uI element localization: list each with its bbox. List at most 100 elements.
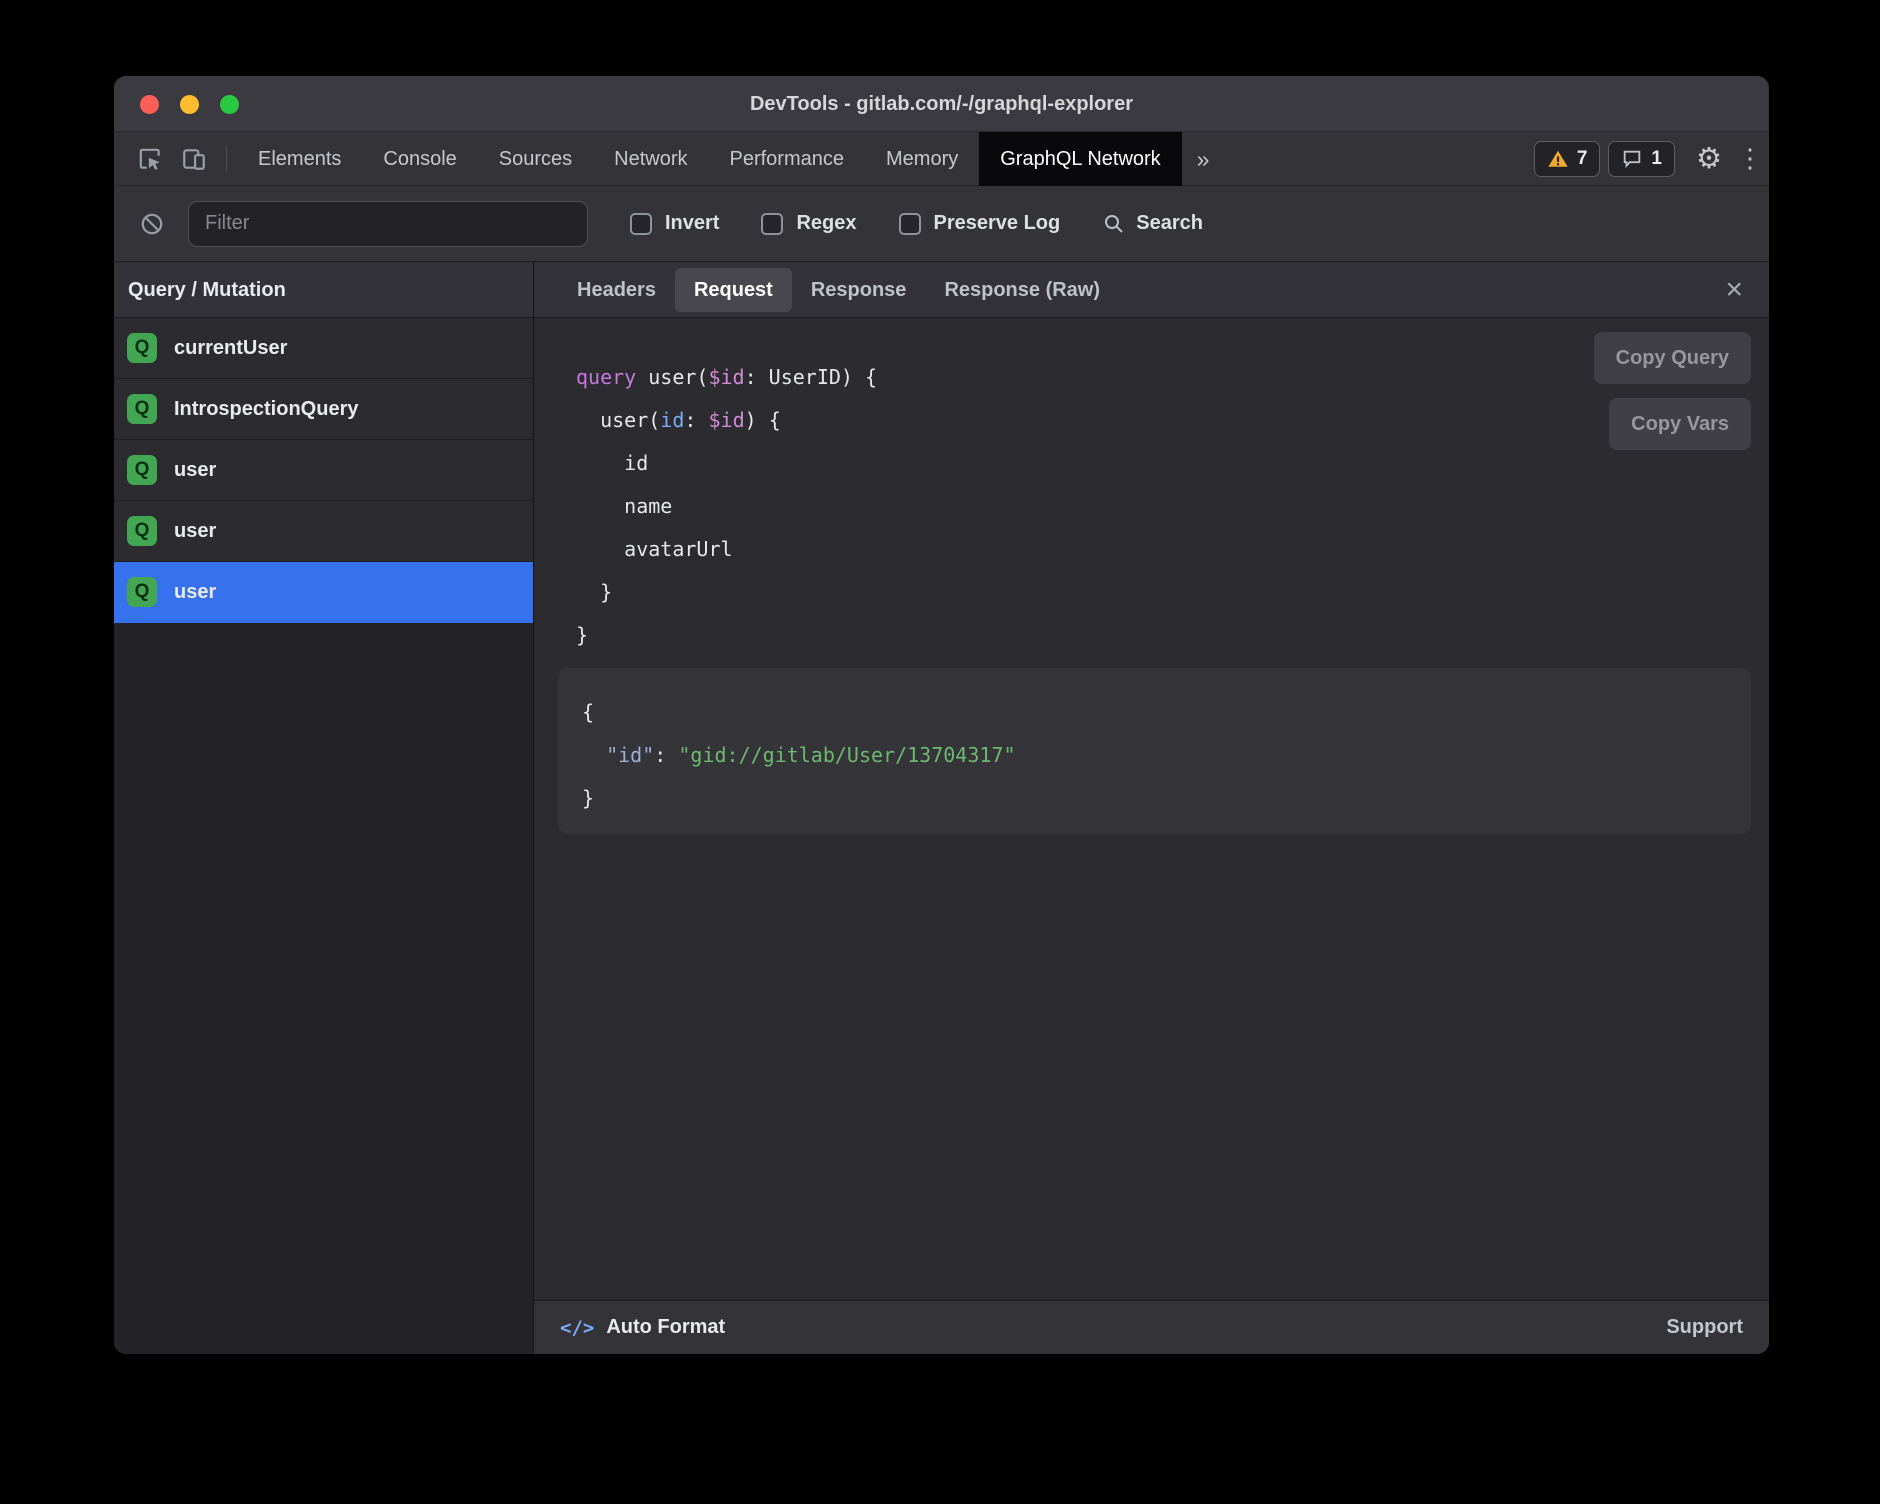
code-line: id [576, 442, 1769, 485]
warnings-badge[interactable]: 7 [1534, 141, 1601, 177]
code-line: name [576, 485, 1769, 528]
tab-sources[interactable]: Sources [478, 132, 593, 186]
preserve-log-checkbox-group[interactable]: Preserve Log [899, 212, 1061, 235]
statusbar: </> Auto Format Support [534, 1300, 1769, 1354]
code-token: query [576, 365, 636, 389]
support-link[interactable]: Support [1666, 1316, 1743, 1339]
query-type-badge: Q [127, 455, 157, 485]
query-list-label: user [174, 459, 216, 482]
detail-panel: Headers Request Response Response (Raw) … [534, 262, 1769, 1354]
code-token: id [576, 451, 648, 475]
code-token: user( [576, 408, 660, 432]
code-token: avatarUrl [576, 537, 733, 561]
code-line: query user($id: UserID) { [576, 356, 1769, 399]
code-token: : UserID) { [745, 365, 877, 389]
query-list-item-introspectionquery[interactable]: Q IntrospectionQuery [114, 379, 533, 440]
query-list-label: IntrospectionQuery [174, 398, 358, 421]
desktop-background: DevTools - gitlab.com/-/graphql-explorer… [0, 0, 1880, 1504]
warning-icon [1547, 148, 1569, 170]
query-type-badge: Q [127, 516, 157, 546]
sidebar-empty-area [114, 623, 533, 1354]
close-panel-button[interactable]: × [1721, 275, 1747, 305]
query-list-label: user [174, 520, 216, 543]
code-line: avatarUrl [576, 528, 1769, 571]
search-label: Search [1136, 212, 1203, 235]
query-list-item-user-2[interactable]: Q user [114, 501, 533, 562]
tab-response-raw[interactable]: Response (Raw) [925, 268, 1119, 312]
inspect-element-button[interactable] [128, 132, 172, 186]
copy-vars-button[interactable]: Copy Vars [1609, 398, 1751, 450]
settings-button[interactable]: ⚙ [1687, 132, 1731, 186]
tab-performance[interactable]: Performance [709, 132, 866, 186]
code-line: "id": "gid://gitlab/User/13704317" [582, 734, 1751, 777]
tab-graphql-network[interactable]: GraphQL Network [979, 132, 1181, 186]
code-format-icon: </> [560, 1317, 594, 1339]
tab-console[interactable]: Console [362, 132, 477, 186]
tab-headers[interactable]: Headers [558, 268, 675, 312]
tab-network[interactable]: Network [593, 132, 708, 186]
device-toolbar-icon [181, 146, 207, 172]
issues-badge[interactable]: 1 [1608, 141, 1675, 177]
code-token [582, 743, 606, 767]
message-icon [1621, 148, 1643, 170]
preserve-log-label: Preserve Log [934, 212, 1061, 235]
devtools-tabbar: Elements Console Sources Network Perform… [114, 132, 1769, 186]
preserve-log-checkbox[interactable] [899, 213, 921, 235]
filter-input[interactable] [188, 201, 588, 247]
clear-log-button[interactable] [130, 197, 174, 251]
status-badges: 7 1 [1534, 141, 1675, 177]
variables-code: { "id": "gid://gitlab/User/13704317"} [558, 668, 1751, 820]
regex-checkbox[interactable] [761, 213, 783, 235]
regex-checkbox-group[interactable]: Regex [761, 212, 856, 235]
auto-format-label: Auto Format [606, 1316, 725, 1339]
query-list-item-user-1[interactable]: Q user [114, 440, 533, 501]
code-token: { [582, 700, 594, 724]
search-button[interactable]: Search [1102, 212, 1203, 236]
code-token: $id [708, 365, 744, 389]
query-list-item-currentuser[interactable]: Q currentUser [114, 318, 533, 379]
code-token: ) { [745, 408, 781, 432]
sidebar-header: Query / Mutation [114, 262, 533, 318]
tab-request[interactable]: Request [675, 268, 792, 312]
invert-checkbox[interactable] [630, 213, 652, 235]
issues-count: 1 [1651, 148, 1662, 170]
code-token: name [576, 494, 672, 518]
query-list-label: currentUser [174, 337, 287, 360]
devtools-window: DevTools - gitlab.com/-/graphql-explorer… [114, 76, 1769, 1354]
block-icon [139, 211, 165, 237]
copy-query-button[interactable]: Copy Query [1594, 332, 1751, 384]
detail-tabs: Headers Request Response Response (Raw) … [534, 262, 1769, 318]
request-view: query user($id: UserID) { user(id: $id) … [534, 318, 1769, 1300]
code-line: } [576, 571, 1769, 614]
more-panels-button[interactable]: » [1182, 132, 1225, 186]
device-toolbar-button[interactable] [172, 132, 216, 186]
tab-response[interactable]: Response [792, 268, 926, 312]
tab-memory[interactable]: Memory [865, 132, 979, 186]
query-type-badge: Q [127, 333, 157, 363]
tab-elements[interactable]: Elements [237, 132, 362, 186]
code-line: user(id: $id) { [576, 399, 1769, 442]
code-line: } [582, 777, 1751, 820]
query-type-badge: Q [127, 394, 157, 424]
main-content: Query / Mutation Q currentUser Q Introsp… [114, 262, 1769, 1354]
titlebar: DevTools - gitlab.com/-/graphql-explorer [114, 76, 1769, 132]
code-token: $id [708, 408, 744, 432]
inspect-icon [137, 146, 163, 172]
code-token: } [576, 623, 588, 647]
query-list-item-user-3-selected[interactable]: Q user [114, 562, 533, 623]
code-token: id [660, 408, 684, 432]
code-token: "id" [606, 743, 654, 767]
auto-format-button[interactable]: </> Auto Format [560, 1316, 725, 1339]
query-type-badge: Q [127, 577, 157, 607]
tabbar-divider [226, 146, 227, 172]
query-list-label: user [174, 581, 216, 604]
search-icon [1102, 212, 1126, 236]
invert-label: Invert [665, 212, 719, 235]
code-line: } [576, 614, 1769, 657]
request-code: query user($id: UserID) { user(id: $id) … [534, 318, 1769, 657]
more-options-button[interactable]: ⋮ [1731, 132, 1769, 186]
regex-label: Regex [796, 212, 856, 235]
code-token: } [576, 580, 612, 604]
variables-box: { "id": "gid://gitlab/User/13704317"} [558, 668, 1751, 834]
invert-checkbox-group[interactable]: Invert [630, 212, 719, 235]
